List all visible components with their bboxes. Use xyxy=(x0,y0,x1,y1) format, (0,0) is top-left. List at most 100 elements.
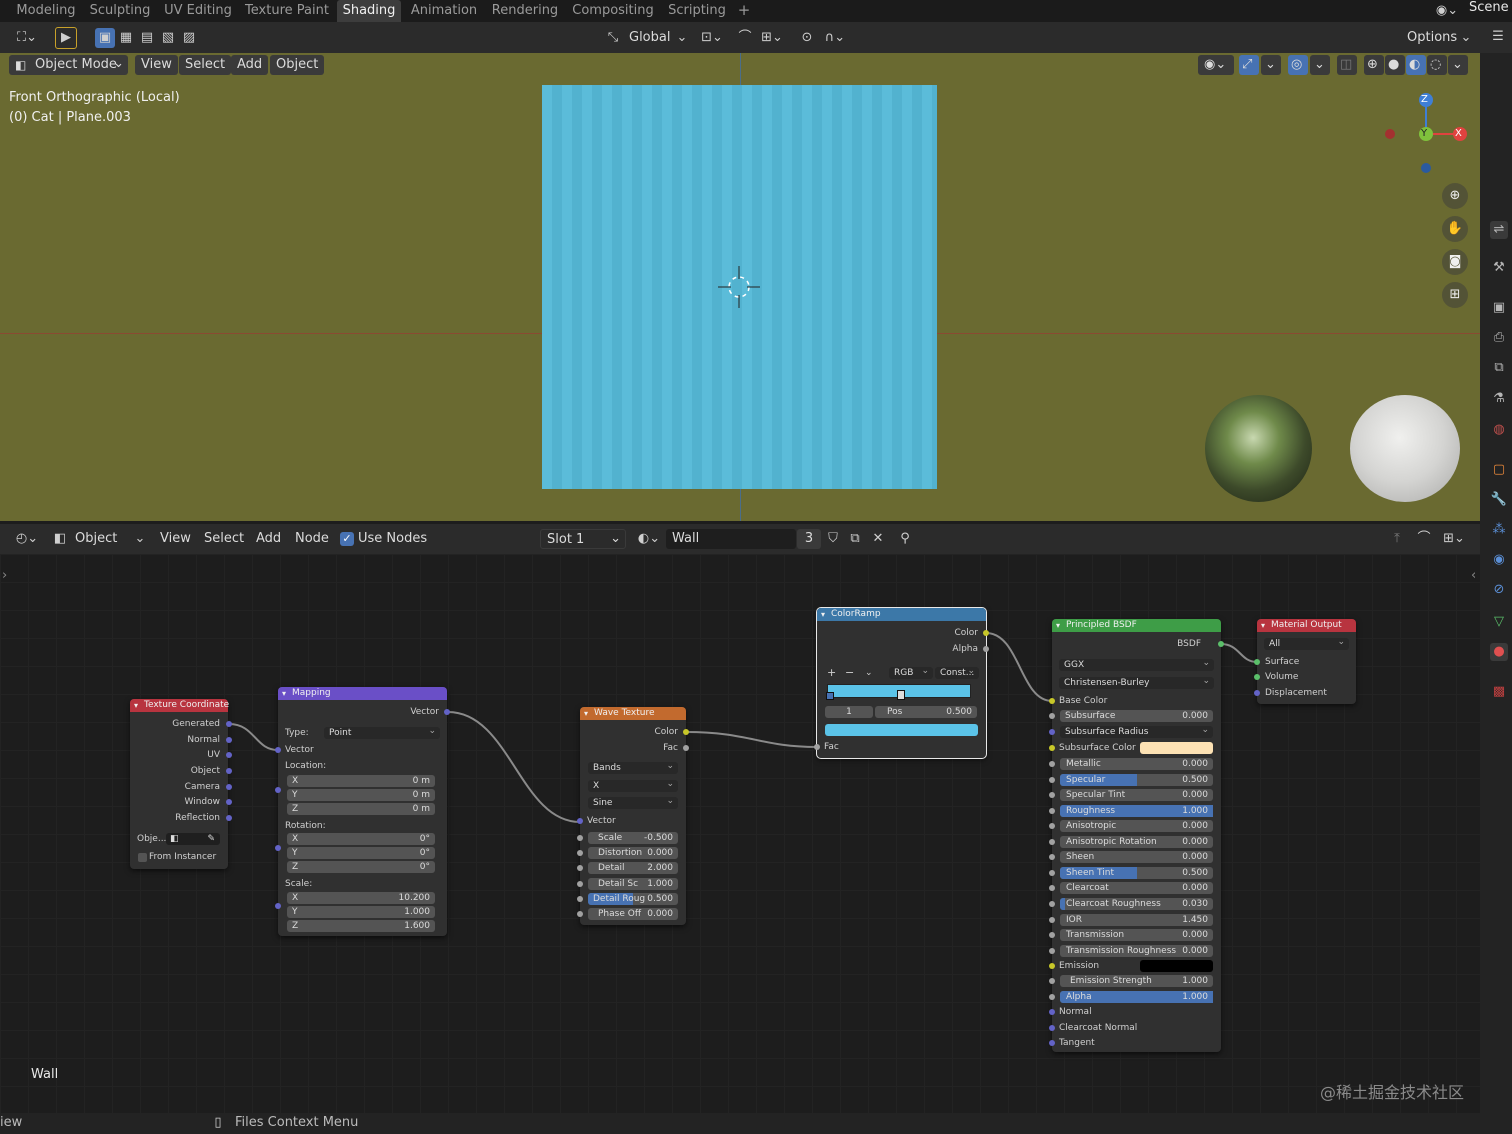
unlink-close-icon[interactable]: ✕ xyxy=(868,529,888,549)
socket[interactable] xyxy=(1049,839,1055,845)
socket[interactable] xyxy=(577,850,583,856)
viewport-3d[interactable]: Front Orthographic (Local) (0) Cat | Pla… xyxy=(0,53,1480,521)
use-nodes-checkbox[interactable]: ✓ xyxy=(340,532,354,546)
rotation-y-field[interactable]: Y 0° xyxy=(287,847,435,859)
scene-properties-icon[interactable]: ⚗ xyxy=(1490,390,1508,408)
socket[interactable] xyxy=(1049,870,1055,876)
options-menu[interactable]: Options xyxy=(1407,30,1457,46)
output-properties-icon[interactable]: ⎙ xyxy=(1490,329,1508,347)
tab-rendering[interactable]: Rendering xyxy=(488,0,562,22)
socket[interactable] xyxy=(226,768,232,774)
camera-view-icon[interactable]: ◙ xyxy=(1442,249,1468,275)
socket[interactable] xyxy=(1254,674,1260,680)
modifier-icon[interactable]: 🔧 xyxy=(1490,491,1508,509)
tab-sculpting[interactable]: Sculpting xyxy=(86,0,154,22)
socket[interactable] xyxy=(1049,917,1055,923)
bsdf-roughness-field[interactable]: Roughness 1.000 xyxy=(1060,805,1213,817)
wave-scale-field[interactable]: Scale -0.500 xyxy=(588,832,678,844)
chevron-down-icon[interactable]: ⌄ xyxy=(1261,55,1281,75)
node-header[interactable]: Wave Texture xyxy=(580,707,686,720)
object-properties-icon[interactable]: ▢ xyxy=(1490,461,1508,479)
rotation-z-field[interactable]: Z 0° xyxy=(287,861,435,873)
physics-icon[interactable]: ◉ xyxy=(1490,551,1508,569)
menu-view[interactable]: View xyxy=(135,55,178,75)
rotation-x-field[interactable]: X 0° xyxy=(287,833,435,845)
select-extend-icon[interactable]: ▦ xyxy=(116,28,136,48)
pin-icon[interactable]: ⚲ xyxy=(895,529,915,549)
material-users-count[interactable]: 3 xyxy=(797,529,821,549)
socket[interactable] xyxy=(1254,690,1260,696)
wave-distortion-field[interactable]: Distortion 0.000 xyxy=(588,847,678,859)
socket[interactable] xyxy=(577,896,583,902)
transform-orientation[interactable]: Global xyxy=(629,30,670,46)
tab-animation[interactable]: Animation xyxy=(406,0,482,22)
object-mode-selector[interactable]: ◧ Object Mode ⌄ xyxy=(9,55,128,75)
node-editor-type-icon[interactable]: ◴⌄ xyxy=(10,529,44,549)
snap-node-icon[interactable]: ⌒ xyxy=(1414,529,1434,549)
socket[interactable] xyxy=(577,881,583,887)
stop-position-field[interactable]: Pos 0.500 xyxy=(875,706,977,718)
material-properties-icon[interactable]: ● xyxy=(1490,643,1508,661)
navigation-gizmo[interactable]: Z Y X xyxy=(1380,88,1480,178)
outliner-icon[interactable]: ☰ xyxy=(1488,27,1508,47)
gizmo-toggle-icon[interactable]: ⤢ xyxy=(1239,55,1259,75)
zoom-icon[interactable]: ⊕ xyxy=(1442,183,1468,209)
socket[interactable] xyxy=(275,845,281,851)
socket[interactable] xyxy=(1049,901,1055,907)
node-header[interactable]: Principled BSDF xyxy=(1052,619,1221,632)
socket[interactable] xyxy=(226,815,232,821)
slot-selector[interactable]: Slot 1 ⌄ xyxy=(540,529,626,549)
socket[interactable] xyxy=(1049,1025,1055,1031)
location-y-field[interactable]: Y 0 m xyxy=(287,789,435,801)
add-stop-button[interactable]: + xyxy=(827,667,836,679)
scale-z-field[interactable]: Z 1.600 xyxy=(287,920,435,932)
scale-x-field[interactable]: X 10.200 xyxy=(287,892,435,904)
bsdf-specular-tint-field[interactable]: Specular Tint 0.000 xyxy=(1060,789,1213,801)
bsdf-transmission-field[interactable]: Transmission 0.000 xyxy=(1060,929,1213,941)
select-tool-icon[interactable]: ▶ xyxy=(55,27,77,49)
bsdf-sheen-field[interactable]: Sheen 0.000 xyxy=(1060,851,1213,863)
pan-hand-icon[interactable]: ✋ xyxy=(1442,216,1468,242)
stop-color-swatch[interactable] xyxy=(825,724,978,736)
socket[interactable] xyxy=(983,646,989,652)
wave-detail-field[interactable]: Detail 2.000 xyxy=(588,862,678,874)
color-stop-handle[interactable] xyxy=(826,692,834,700)
scene-selector-icon[interactable]: ◉⌄ xyxy=(1432,1,1462,21)
rendered-shading-icon[interactable]: ◌ xyxy=(1427,55,1447,75)
texture-coordinate-node[interactable]: Texture Coordinate Generated Normal UV O… xyxy=(130,699,232,869)
socket[interactable] xyxy=(1049,885,1055,891)
ortho-grid-icon[interactable]: ⊞ xyxy=(1442,282,1468,308)
socket[interactable] xyxy=(1049,808,1055,814)
wave-profile-select[interactable]: Sine xyxy=(588,795,678,809)
socket[interactable] xyxy=(1049,792,1055,798)
menu-view[interactable]: View xyxy=(160,531,191,547)
wave-phase-offset-field[interactable]: Phase Off 0.000 xyxy=(588,908,678,920)
alpha-field[interactable]: Alpha 1.000 xyxy=(1060,991,1213,1003)
socket[interactable] xyxy=(1049,978,1055,984)
view-layer-icon[interactable]: ⧉ xyxy=(1490,359,1508,377)
material-name-field[interactable]: Wall xyxy=(666,529,796,549)
chevron-down-icon[interactable]: ⌄ xyxy=(1448,55,1468,75)
socket[interactable] xyxy=(1218,641,1224,647)
node-header[interactable]: Mapping xyxy=(278,687,447,700)
select-subtract-icon[interactable]: ▤ xyxy=(137,28,157,48)
socket[interactable] xyxy=(226,799,232,805)
shader-type-selector[interactable]: Object xyxy=(75,531,117,547)
socket[interactable] xyxy=(275,787,281,793)
socket[interactable] xyxy=(1049,963,1055,969)
proportional-edit-icon[interactable]: ⊙ xyxy=(797,28,817,48)
add-workspace-icon[interactable]: + xyxy=(734,0,754,22)
stop-index-field[interactable]: 1 xyxy=(825,706,873,718)
snap-element-icon[interactable]: ⊞⌄ xyxy=(1437,529,1471,549)
socket[interactable] xyxy=(1049,713,1055,719)
socket[interactable] xyxy=(577,835,583,841)
interpolation-select[interactable]: Const... xyxy=(935,665,979,679)
socket[interactable] xyxy=(577,911,583,917)
emission-color-swatch[interactable] xyxy=(1140,960,1213,972)
eyedropper-icon[interactable]: ✎ xyxy=(207,833,215,845)
bsdf-ior-field[interactable]: IOR 1.450 xyxy=(1060,914,1213,926)
subsurface-method-select[interactable]: Christensen-Burley xyxy=(1059,675,1214,689)
wave-type-select[interactable]: Bands xyxy=(588,760,678,774)
tool-settings-icon[interactable]: ⇌ xyxy=(1490,221,1508,239)
socket[interactable] xyxy=(577,865,583,871)
